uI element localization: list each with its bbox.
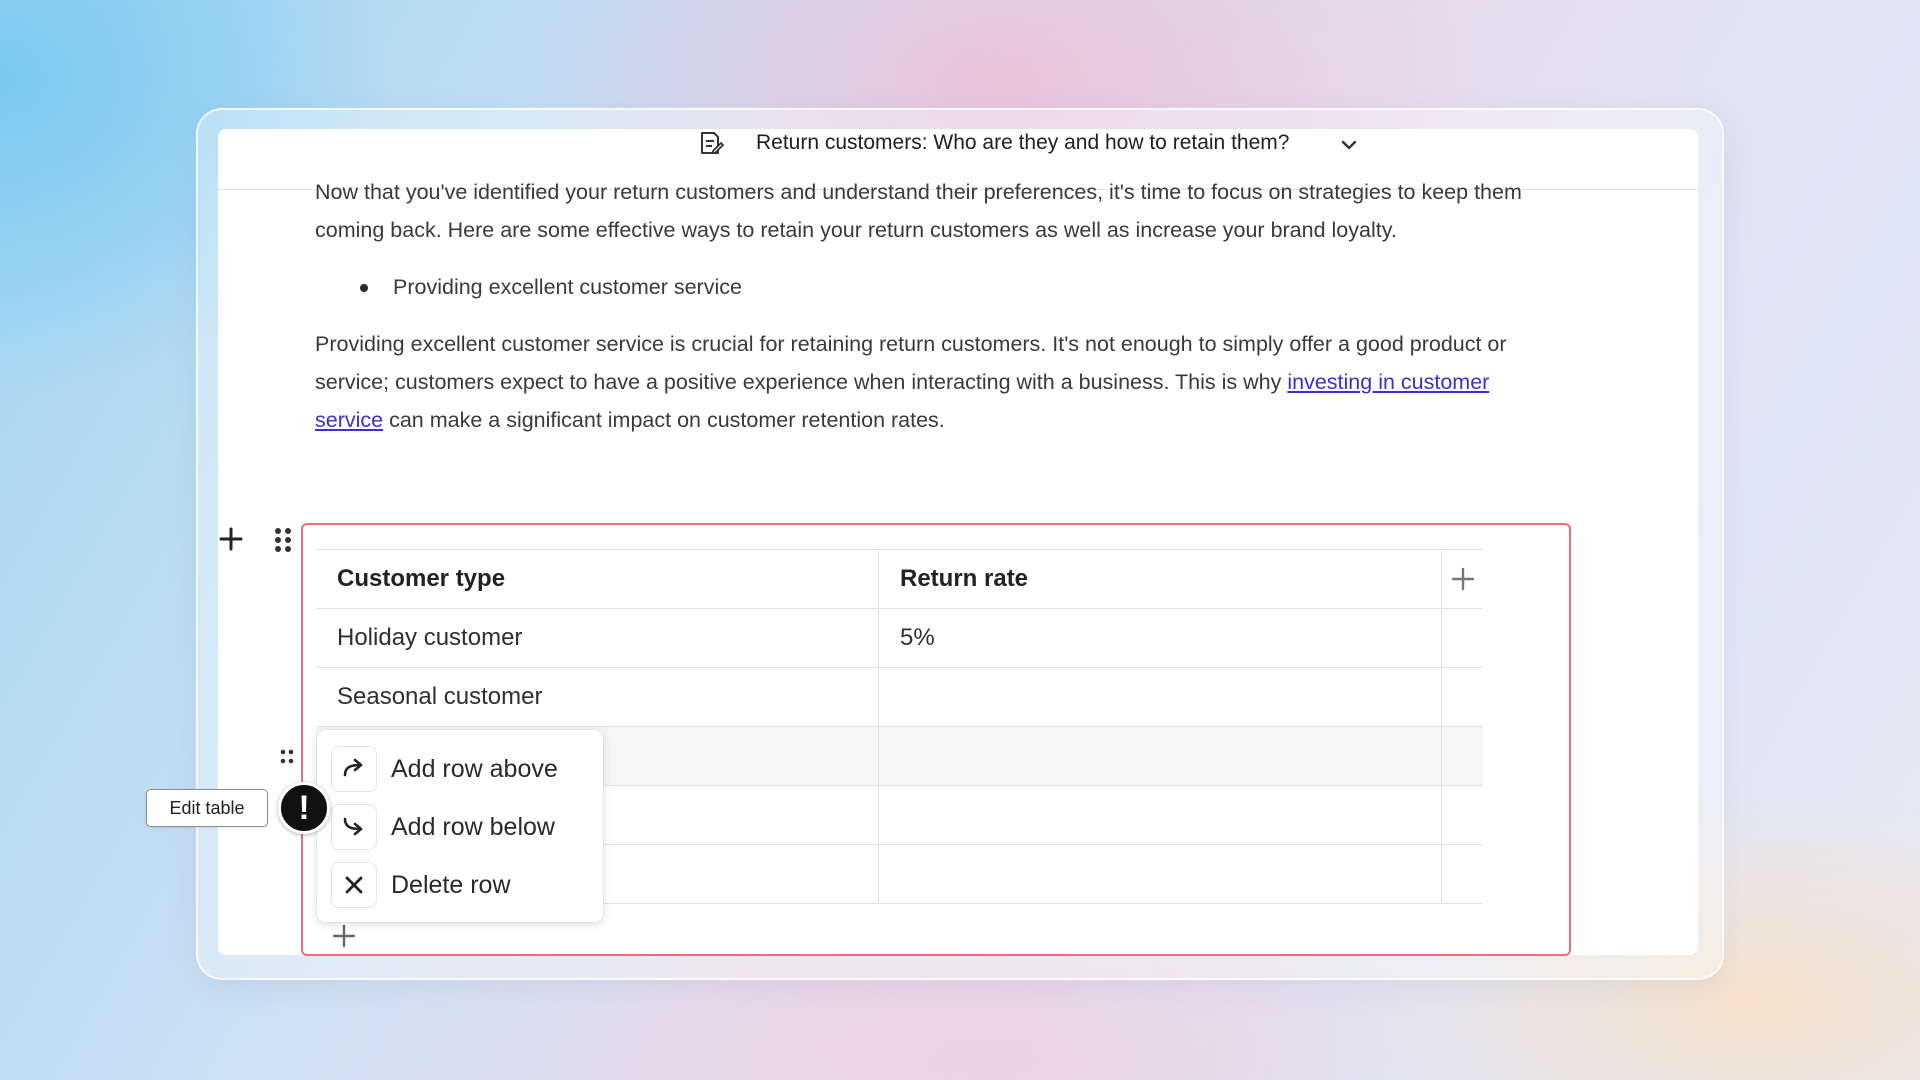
delete-row-menu-item[interactable]: Delete row	[331, 860, 593, 908]
table-cell[interactable]	[878, 844, 1442, 904]
row-context-menu: Add row above Add row below Delete row	[317, 730, 603, 922]
paragraph-text: can make a significant impact on custome…	[383, 408, 945, 432]
document-edit-icon	[701, 132, 724, 154]
table-cell[interactable]	[878, 667, 1442, 727]
icon-box	[331, 746, 377, 792]
list-item: Providing excellent customer service	[315, 267, 1525, 307]
table-cell[interactable]	[878, 726, 1442, 786]
menu-item-label: Add row below	[391, 813, 555, 841]
document-body: Now that you've identified your return c…	[315, 173, 1525, 439]
arrow-redo-icon	[343, 758, 363, 777]
table-cell[interactable]	[1441, 667, 1483, 727]
table-cell[interactable]	[1441, 608, 1483, 668]
table-cell[interactable]	[1441, 785, 1483, 845]
add-row-icon[interactable]	[331, 923, 357, 949]
menu-item-label: Delete row	[391, 871, 511, 899]
table-cell[interactable]: Seasonal customer	[316, 667, 879, 727]
block-drag-handle-icon[interactable]	[272, 526, 294, 554]
edit-table-tooltip: Edit table	[146, 789, 268, 827]
column-header[interactable]: Return rate	[878, 549, 1442, 609]
table-cell[interactable]	[1441, 726, 1483, 786]
table-row: Holiday customer 5%	[316, 608, 1483, 668]
table-row: Seasonal customer	[316, 667, 1483, 727]
table-cell[interactable]	[878, 785, 1442, 845]
table-cell[interactable]: Holiday customer	[316, 608, 879, 668]
add-row-above-menu-item[interactable]: Add row above	[331, 744, 593, 792]
column-header[interactable]: Customer type	[316, 549, 879, 609]
document-title[interactable]: Return customers: Who are they and how t…	[756, 131, 1289, 155]
close-icon	[345, 876, 363, 894]
add-row-below-menu-item[interactable]: Add row below	[331, 802, 593, 850]
add-block-icon[interactable]	[216, 524, 246, 554]
table-cell[interactable]	[1441, 844, 1483, 904]
alert-marker-icon[interactable]: !	[278, 782, 330, 834]
menu-item-label: Add row above	[391, 755, 558, 783]
customer-service-paragraph: Providing excellent customer service is …	[315, 325, 1525, 439]
icon-box	[331, 804, 377, 850]
row-drag-handle-icon[interactable]	[279, 748, 295, 766]
add-column-icon[interactable]	[1450, 566, 1476, 592]
table-cell[interactable]: 5%	[878, 608, 1442, 668]
intro-paragraph: Now that you've identified your return c…	[315, 180, 1522, 242]
chevron-down-icon[interactable]	[1338, 134, 1360, 156]
table-header-row: Customer type Return rate	[316, 549, 1483, 609]
arrow-return-down-icon	[343, 817, 363, 836]
bullet-list: Providing excellent customer service	[315, 267, 1525, 307]
add-column-cell[interactable]	[1441, 549, 1483, 609]
icon-box	[331, 862, 377, 908]
